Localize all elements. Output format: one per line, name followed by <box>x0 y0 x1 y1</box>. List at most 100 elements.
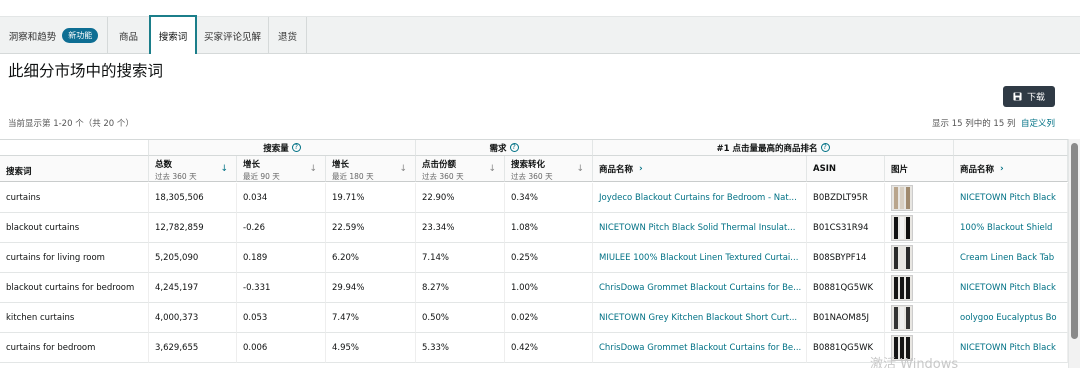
chevron-right-icon: › <box>1000 163 1004 174</box>
cell-search-term: blackout curtains <box>0 213 149 243</box>
cell-product-name-2-link[interactable]: 100% Blackout Shield <box>954 213 1068 243</box>
chevron-right-icon: › <box>639 163 643 174</box>
cell-conversion-text: 0.42% <box>511 342 539 353</box>
cell-product-name-link-text: MIULEE 100% Blackout Linen Textured Curt… <box>599 252 799 263</box>
tab-products[interactable]: 商品 <box>108 17 150 54</box>
cell-product-name-2-link[interactable]: NICETOWN Pitch Black <box>954 273 1068 303</box>
cell-image <box>885 303 954 333</box>
product-thumbnail[interactable] <box>891 274 913 301</box>
cell-product-name-link[interactable]: Joydeco Blackout Curtains for Bedroom - … <box>593 183 807 213</box>
group-header-demand: 需求 ? <box>416 140 593 156</box>
group-header-search-volume: 搜索量 ? <box>149 140 416 156</box>
cell-growth-180: 22.59% <box>326 213 416 243</box>
cell-search-term: kitchen curtains <box>0 303 149 333</box>
curtain-panel-shape <box>900 276 904 299</box>
cell-image <box>885 183 954 213</box>
product-thumbnail[interactable] <box>891 304 913 331</box>
col-total-sub: 过去 360 天 <box>155 172 197 181</box>
cell-image <box>885 243 954 273</box>
tab-review-insights[interactable]: 买家评论见解 <box>197 17 269 54</box>
cell-growth-90: -0.331 <box>237 273 326 303</box>
tab-insights[interactable]: 洞察和趋势 新功能 <box>0 17 108 54</box>
cell-product-name-link-text: Joydeco Blackout Curtains for Bedroom - … <box>599 192 797 203</box>
col-header-total[interactable]: 总数 过去 360 天 ↓ <box>149 156 237 182</box>
col-header-growth-180[interactable]: 增长 最近 180 天 ↓ <box>326 156 416 182</box>
sort-desc-icon[interactable]: ↓ <box>399 164 407 174</box>
cell-asin-text: B0881QG5WK <box>813 342 874 353</box>
cell-product-name-link[interactable]: NICETOWN Pitch Black Solid Thermal Insul… <box>593 213 807 243</box>
sort-desc-icon[interactable]: ↓ <box>309 164 317 174</box>
cell-product-name-link[interactable]: ChrisDowa Grommet Blackout Curtains for … <box>593 273 807 303</box>
col-header-click-share[interactable]: 点击份额 过去 360 天 ↓ <box>416 156 505 182</box>
sort-desc-icon[interactable]: ↓ <box>220 164 228 174</box>
download-button[interactable]: 下载 <box>1003 86 1055 107</box>
cell-product-name-link[interactable]: ChrisDowa Grommet Blackout Curtains for … <box>593 333 807 363</box>
cell-search-term-text: kitchen curtains <box>6 312 75 323</box>
cell-growth-180: 7.47% <box>326 303 416 333</box>
cell-growth-90-text: 0.053 <box>243 312 268 323</box>
cell-conversion: 1.00% <box>505 273 593 303</box>
cell-asin: B0BZDLT95R <box>807 183 885 213</box>
vertical-scrollbar[interactable] <box>1068 139 1080 368</box>
cell-growth-90: 0.053 <box>237 303 326 333</box>
help-icon[interactable]: ? <box>509 143 519 152</box>
cell-product-name-link-text: NICETOWN Grey Kitchen Blackout Short Cur… <box>599 312 798 323</box>
page-title: 此细分市场中的搜索词 <box>8 62 164 80</box>
curtain-panel-shape <box>900 216 904 239</box>
cell-product-name-2-link-text: NICETOWN Pitch Black <box>960 342 1056 353</box>
tab-insights-label: 洞察和趋势 <box>8 31 57 43</box>
tab-search-terms[interactable]: 搜索词 <box>149 15 197 54</box>
cell-conversion-text: 1.00% <box>511 282 539 293</box>
customize-columns-link[interactable]: 自定义列 <box>1021 117 1055 129</box>
cell-product-name-2-link[interactable]: NICETOWN Pitch Black <box>954 183 1068 213</box>
cell-product-name-link-text: ChrisDowa Grommet Blackout Curtains for … <box>599 282 802 293</box>
cell-product-name-link[interactable]: MIULEE 100% Blackout Linen Textured Curt… <box>593 243 807 273</box>
col-header-growth-90[interactable]: 增长 最近 90 天 ↓ <box>237 156 326 182</box>
cell-asin-text: B0BZDLT95R <box>813 192 868 203</box>
cell-product-name-link[interactable]: NICETOWN Grey Kitchen Blackout Short Cur… <box>593 303 807 333</box>
sort-desc-icon[interactable]: ↓ <box>488 164 496 174</box>
cell-product-name-2-link[interactable]: Cream Linen Back Tab <box>954 243 1068 273</box>
cell-search-term: curtains <box>0 183 149 213</box>
cell-click-share: 5.33% <box>416 333 505 363</box>
curtain-panel-shape <box>894 186 898 209</box>
tab-returns[interactable]: 退货 <box>269 17 307 54</box>
cell-click-share: 7.14% <box>416 243 505 273</box>
product-thumbnail[interactable] <box>891 184 913 211</box>
help-icon[interactable]: ? <box>820 143 830 152</box>
cell-asin-text: B0881QG5WK <box>813 282 874 293</box>
curtain-panel-shape <box>906 306 910 329</box>
help-icon[interactable]: ? <box>291 143 301 152</box>
col-header-search-term[interactable]: 搜索词 <box>0 156 149 182</box>
cell-asin: B01CS31R94 <box>807 213 885 243</box>
cell-click-share-text: 23.34% <box>422 222 455 233</box>
cell-growth-90-text: 0.006 <box>243 342 268 353</box>
col-header-conversion[interactable]: 搜索转化 过去 360 天 ↓ <box>505 156 593 182</box>
search-terms-table: 搜索量 ? 需求 ? #1 点击量最高的商品排名 ? 搜索词 总数 过去 360… <box>0 139 1068 368</box>
cell-product-name-2-link[interactable]: NICETOWN Pitch Black <box>954 333 1068 363</box>
col-header-asin[interactable]: ASIN <box>807 156 885 182</box>
showing-count: 当前显示第 1-20 个（共 20 个） <box>8 119 134 129</box>
curtain-panel-shape <box>906 276 910 299</box>
cell-click-share-text: 8.27% <box>422 282 450 293</box>
cell-conversion: 0.34% <box>505 183 593 213</box>
cell-search-term: blackout curtains for bedroom <box>0 273 149 303</box>
product-thumbnail[interactable] <box>891 214 913 241</box>
sort-desc-icon[interactable]: ↓ <box>576 164 584 174</box>
col-growth180-sub: 最近 180 天 <box>332 172 374 181</box>
group-top-product-label: #1 点击量最高的商品排名 <box>716 143 818 154</box>
cell-total-text: 3,629,655 <box>155 342 199 353</box>
col-header-product-name[interactable]: 商品名称 › <box>593 156 807 182</box>
cell-total-text: 4,245,197 <box>155 282 199 293</box>
columns-status: 显示 15 列中的 15 列 <box>932 119 1016 129</box>
col-header-product-name-2[interactable]: 商品名称 › <box>954 156 1068 182</box>
cell-total: 3,629,655 <box>149 333 237 363</box>
cell-product-name-2-link[interactable]: oolygoo Eucalyptus Bo <box>954 303 1068 333</box>
scrollbar-thumb[interactable] <box>1071 143 1078 339</box>
cell-conversion: 0.42% <box>505 333 593 363</box>
cell-asin-text: B01NAOM85J <box>813 312 870 323</box>
cell-product-name-link-text: ChrisDowa Grommet Blackout Curtains for … <box>599 342 802 353</box>
cell-conversion-text: 0.25% <box>511 252 539 263</box>
col-conversion-title: 搜索转化 <box>511 160 546 170</box>
product-thumbnail[interactable] <box>891 244 913 271</box>
